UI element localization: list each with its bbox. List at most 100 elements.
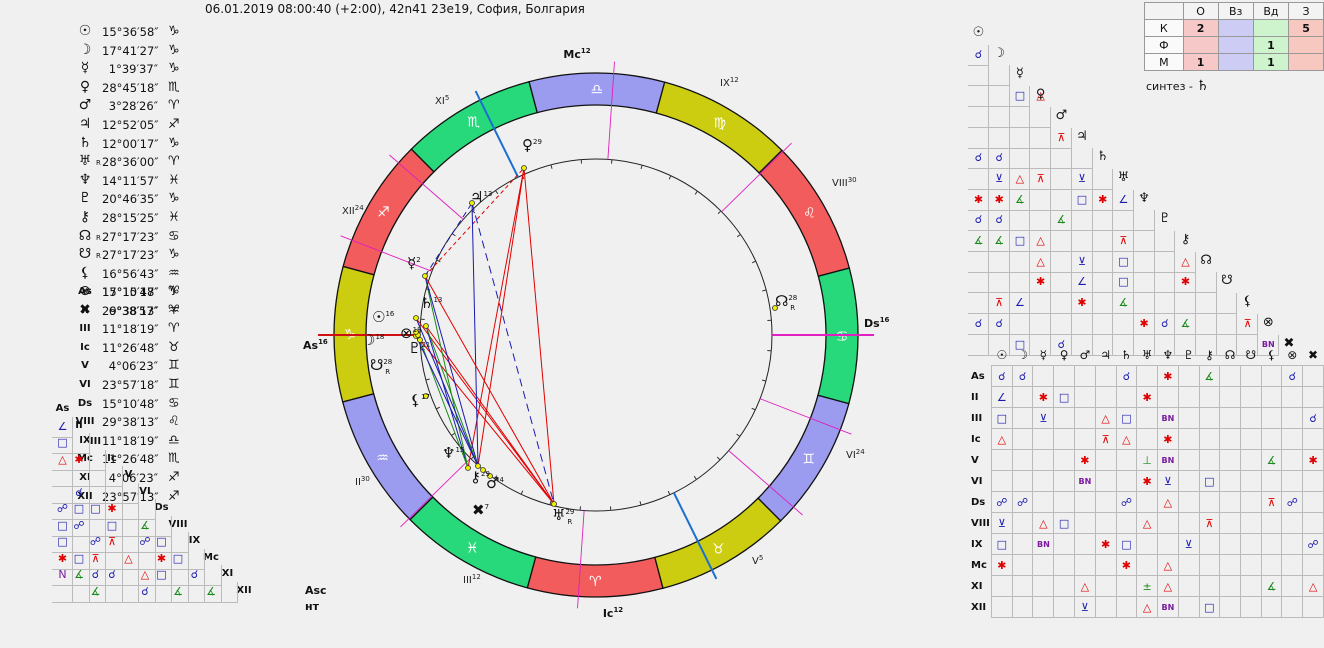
elements-value-cell [1217, 36, 1254, 54]
aspect-cell [1094, 512, 1117, 534]
aspect-cell [1053, 554, 1075, 576]
house-degree: 4°06′23″ [108, 359, 158, 374]
aspect-symbol: △ [1036, 254, 1045, 268]
aspect-symbol: ✱ [973, 192, 984, 206]
aspect-cell [1032, 365, 1055, 387]
wheel-planet-glyph: ♆15 [442, 444, 464, 462]
aspect-cell: △ [1074, 575, 1096, 597]
aspect-cell: ✱ [1156, 428, 1179, 450]
aspect-cell [1281, 512, 1304, 534]
aspect-cell [1011, 596, 1034, 618]
aspect-cell: ☍ [1011, 491, 1034, 513]
aspect-cell [1177, 554, 1200, 576]
dsc-axis-label: Ds16 [864, 316, 890, 330]
degree-tick [520, 490, 524, 495]
degree-tick [751, 407, 756, 411]
house-number-degree: 5 [759, 554, 763, 562]
aspect-cell [1177, 365, 1200, 387]
aspect-symbol: ∡ [173, 584, 183, 598]
grid-cell [1133, 231, 1155, 252]
wheel-planet-glyph: ♄13 [420, 294, 442, 312]
grid-cell [988, 272, 1010, 294]
row-house-label: XII [971, 601, 987, 613]
natal-chart-wheel: ♑♒♓♈♉♊♋♌♍♎♏♐As16Ds16Mc12Ic12XI5IX12XII24… [303, 47, 890, 620]
column-glyph: ♃ [1100, 348, 1112, 362]
house-label: III [79, 323, 91, 335]
synthesis-text: синтез - [1146, 80, 1193, 93]
aspect-symbol: △ [1181, 254, 1190, 268]
grid-cell [1030, 189, 1052, 211]
synthesis-label: синтез - ♄ [1146, 78, 1209, 94]
aspect-cell: BN [1074, 470, 1096, 492]
grid-cell [1050, 189, 1072, 211]
aspect-cell: ⊻ [990, 512, 1013, 534]
aspect-cell [1198, 533, 1221, 555]
aspect-cell [1053, 407, 1075, 429]
grid-cell [968, 168, 989, 190]
grid-cell [1030, 127, 1052, 149]
aspect-cell [1115, 596, 1138, 618]
aspect-cell [1239, 575, 1262, 597]
row-house-label: III [971, 412, 983, 424]
aspect-cell [1032, 449, 1055, 471]
elements-header-cell: Вз [1217, 2, 1254, 20]
degree-tick [667, 490, 671, 495]
wheel-planet-degree: 7 [485, 503, 489, 511]
grid-label: ☊ [1200, 252, 1212, 268]
grid-cell [1050, 251, 1072, 273]
house-number-degree: 5 [445, 94, 449, 102]
planet-row: ♃ 12°52′05″ ♐ [70, 116, 190, 136]
house-sign: ♋ [168, 395, 180, 411]
house-row: VI 23°57′18″ ♊ [70, 377, 190, 396]
aspect-cell: ✱ [1156, 365, 1179, 387]
aspect-symbol: ∡ [1180, 316, 1191, 330]
grid-cell [988, 106, 1010, 128]
aspect-symbol: □ [1076, 192, 1088, 206]
wheel-planet-degree: 15 [455, 446, 464, 454]
column-glyph: ♄ [1121, 348, 1132, 362]
aspect-cell [1239, 512, 1262, 534]
aspect-cell [1074, 428, 1096, 450]
column-glyph: ⊗ [1287, 348, 1298, 362]
grid-cell [1009, 210, 1031, 232]
grid-cell [1195, 313, 1217, 335]
grid-cell [1050, 148, 1072, 170]
aspect-cell [1177, 449, 1200, 471]
aspect-symbol: ☌ [995, 316, 1003, 330]
aspect-cell: ⊻ [1032, 407, 1055, 429]
aspect-cell [1032, 470, 1055, 492]
wheel-planet-glyph: ☊28 R [775, 292, 797, 312]
aspect-cell [1239, 386, 1262, 408]
planet-position-dot [413, 315, 419, 321]
aspect-cell: BN [1156, 407, 1179, 429]
elements-row: М11 [1144, 53, 1324, 71]
aspect-symbol: □ [1118, 275, 1129, 289]
degree-tick [436, 406, 441, 410]
aspect-cell [1053, 575, 1075, 597]
aspect-symbol: □ [1014, 234, 1026, 247]
aspect-symbol: ☌ [141, 584, 149, 598]
zodiac-sign-glyph: ♌ [803, 206, 816, 222]
aspect-symbol: ☌ [995, 213, 1003, 227]
degree-tick [451, 432, 456, 436]
grid-cell [1195, 293, 1217, 315]
aspect-symbol: ∠ [1077, 275, 1087, 289]
column-glyph: ✖ [1308, 348, 1319, 362]
elements-value-cell: 1 [1252, 36, 1290, 54]
aspect-symbol: ☌ [974, 213, 983, 227]
row-house-label: XI [971, 580, 983, 592]
house-number-label: VI24 [846, 448, 865, 461]
planet-glyph: ☋ [78, 246, 92, 263]
grid-cell [968, 65, 989, 87]
planet-glyph: ♆ [78, 171, 92, 188]
planet-row: ♂ 3°28′26″ ♈ [70, 98, 190, 117]
wheel-planet-retro: R [385, 368, 390, 376]
grid-cell [1009, 106, 1031, 128]
aspect-cell [1032, 491, 1055, 513]
aspect-cell [1260, 533, 1283, 555]
planet-position-dot [423, 323, 429, 329]
grid-label: ⚷ [1180, 232, 1191, 247]
aspect-cell: △ [990, 428, 1013, 450]
house-degree: 11°26′48″ [102, 340, 159, 355]
degree-tick [736, 234, 741, 238]
